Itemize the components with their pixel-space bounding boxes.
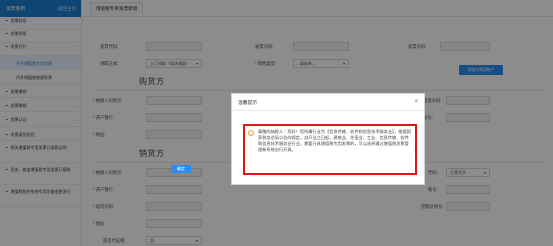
confirm-button[interactable]: 确定 bbox=[171, 165, 191, 173]
dialog-header: 温馨提示 × bbox=[232, 94, 424, 111]
dialog-message: 尊敬的纳税人：您好！您所属行业为【信息传输、软件和信息技术服务业】，根据国家税务… bbox=[258, 129, 411, 152]
dialog-message-box: ! 尊敬的纳税人：您好！您所属行业为【信息传输、软件和信息技术服务业】，根据国家… bbox=[243, 124, 417, 175]
dialog-title: 温馨提示 bbox=[238, 100, 258, 106]
close-icon[interactable]: × bbox=[414, 99, 418, 105]
warning-dialog: 温馨提示 × ! 尊敬的纳税人：您好！您所属行业为【信息传输、软件和信息技术服务… bbox=[231, 93, 425, 185]
warning-icon: ! bbox=[248, 130, 254, 136]
